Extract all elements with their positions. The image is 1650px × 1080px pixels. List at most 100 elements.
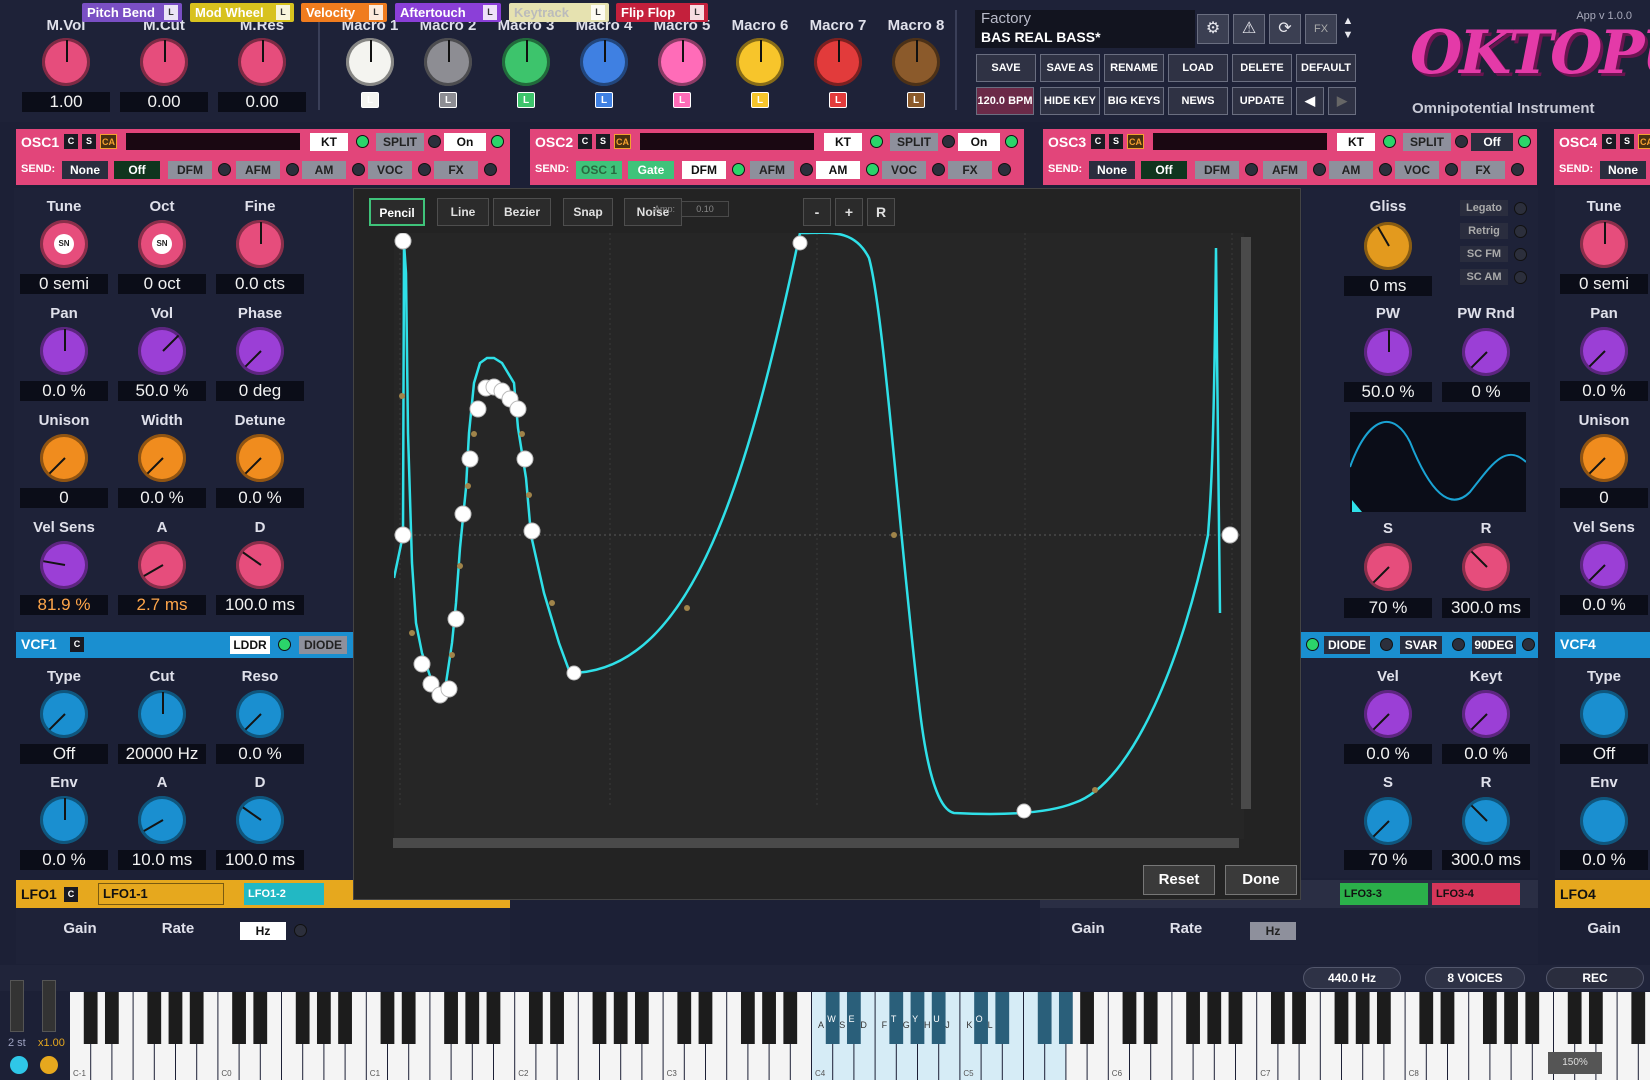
black-key[interactable] xyxy=(189,992,204,1044)
mod-source-keytrack[interactable]: Keytrack L xyxy=(509,3,609,22)
release-knob[interactable] xyxy=(1462,543,1510,591)
diode-led[interactable] xyxy=(1306,638,1319,651)
osc4-tune-knob[interactable] xyxy=(1580,220,1628,268)
width-knob[interactable] xyxy=(138,434,186,482)
hide-key-button[interactable]: HIDE KEY xyxy=(1040,87,1100,115)
macro-8[interactable]: Macro 8 L xyxy=(876,16,956,108)
osc-s-button[interactable]: S xyxy=(82,134,96,149)
filter-reso-knob[interactable] xyxy=(236,690,284,738)
black-key[interactable] xyxy=(1419,992,1434,1044)
save-as-button[interactable]: SAVE AS xyxy=(1040,54,1100,82)
osc-toggle-led[interactable] xyxy=(286,163,299,176)
macro-7[interactable]: Macro 7 L xyxy=(798,16,878,108)
tune-value[interactable]: 0 semi xyxy=(20,274,108,294)
lfo1-2-tab[interactable]: LFO1-2 xyxy=(244,883,324,905)
macro-5[interactable]: Macro 5L xyxy=(642,16,722,108)
osc4-unison-value[interactable]: 0 xyxy=(1560,488,1648,508)
mod-source-aftertouch[interactable]: Aftertouch L xyxy=(395,3,501,22)
macro-3[interactable]: Macro 3L xyxy=(486,16,566,108)
mod-source-pitch-bend[interactable]: Pitch Bend L xyxy=(82,3,182,22)
knob-value[interactable]: 0.00 xyxy=(120,92,208,112)
filter-sustain-knob[interactable] xyxy=(1364,797,1412,845)
vol-knob[interactable] xyxy=(138,327,186,375)
diode-button[interactable]: DIODE xyxy=(299,636,347,654)
osc-fx-button[interactable]: FX xyxy=(1461,161,1505,179)
macro-2[interactable]: Macro 2L xyxy=(408,16,488,108)
svar-button[interactable]: SVAR xyxy=(1400,636,1442,654)
lfo-hz-led[interactable] xyxy=(294,924,307,937)
black-key[interactable] xyxy=(104,992,119,1044)
osc4-type-knob[interactable] xyxy=(1580,690,1628,738)
learn-badge[interactable]: L xyxy=(361,92,379,108)
d-knob[interactable] xyxy=(236,541,284,589)
fine-value[interactable]: 0.0 cts xyxy=(216,274,304,294)
black-key[interactable] xyxy=(147,992,162,1044)
keytrack-led[interactable] xyxy=(356,135,369,148)
knob-value[interactable]: 1.00 xyxy=(22,92,110,112)
sustain-value[interactable]: 70 % xyxy=(1344,598,1432,618)
vertical-scrollbar[interactable] xyxy=(1241,237,1251,809)
osc-toggle-led[interactable] xyxy=(1445,163,1458,176)
lfo3-3-tab[interactable]: LFO3-3 xyxy=(1340,883,1428,905)
osc4-pan-knob[interactable] xyxy=(1580,327,1628,375)
reset-button[interactable]: Reset xyxy=(1143,865,1215,895)
black-key[interactable] xyxy=(1058,992,1073,1044)
black-key[interactable] xyxy=(1355,992,1370,1044)
osc4-vel-sens-value[interactable]: 0.0 % xyxy=(1560,595,1648,615)
tool-bezier-button[interactable]: Bezier xyxy=(493,198,551,226)
mode-sc-am-button[interactable]: SC AM xyxy=(1460,269,1508,285)
detune-value[interactable]: 0.0 % xyxy=(216,488,304,508)
amp-value-input[interactable]: 0.10 xyxy=(681,201,730,217)
osc-afm-button[interactable]: AFM xyxy=(1263,161,1307,179)
osc-toggle-led[interactable] xyxy=(484,163,497,176)
ladder-button[interactable]: LDDR xyxy=(230,636,270,654)
osc-voc-button[interactable]: VOC xyxy=(1395,161,1439,179)
macro-knob[interactable] xyxy=(424,38,472,86)
keytrack-button[interactable]: KT xyxy=(1337,133,1375,151)
mode-sc-fm-button[interactable]: SC FM xyxy=(1460,246,1508,262)
osc-c-button[interactable]: C xyxy=(64,134,78,149)
tool-snap-button[interactable]: Snap xyxy=(563,198,613,226)
detune-knob[interactable] xyxy=(236,434,284,482)
black-key[interactable] xyxy=(253,992,268,1044)
split-led[interactable] xyxy=(942,135,955,148)
black-key[interactable] xyxy=(401,992,416,1044)
preset-up-down-arrows-icon[interactable]: ▲ ▼ xyxy=(1339,14,1357,44)
pitch-wheel[interactable] xyxy=(10,980,24,1032)
sustain-knob[interactable] xyxy=(1364,543,1412,591)
filter-release-knob[interactable] xyxy=(1462,797,1510,845)
learn-badge[interactable]: L xyxy=(591,5,605,20)
black-key[interactable] xyxy=(1482,992,1497,1044)
osc4-env-value[interactable]: 0.0 % xyxy=(1560,850,1648,870)
keytrack-value[interactable]: 0.0 % xyxy=(1442,744,1530,764)
filter-type-knob[interactable] xyxy=(40,690,88,738)
mode-led[interactable] xyxy=(1514,202,1527,215)
master-resonance[interactable]: M.Res 0.00 xyxy=(218,16,306,112)
black-key[interactable] xyxy=(295,992,310,1044)
macro-4[interactable]: Macro 4L xyxy=(564,16,644,108)
osc-toggle-led[interactable] xyxy=(998,163,1011,176)
filter-a-knob[interactable] xyxy=(138,796,186,844)
black-key[interactable] xyxy=(380,992,395,1044)
black-key[interactable] xyxy=(486,992,501,1044)
mod-source-velocity[interactable]: Velocity L xyxy=(301,3,387,22)
multiplier[interactable]: x1.00 xyxy=(38,1037,65,1049)
osc-ca-button[interactable]: CA xyxy=(614,134,631,149)
prev-preset-arrow-icon[interactable]: ◀ xyxy=(1296,87,1324,115)
zoom-in-button[interactable]: + xyxy=(835,198,863,226)
vel-sens-knob[interactable] xyxy=(40,541,88,589)
learn-badge[interactable]: L xyxy=(907,92,925,108)
filter-env-value[interactable]: 0.0 % xyxy=(20,850,108,870)
multiplier-knob[interactable] xyxy=(40,1056,58,1074)
osc-am-button[interactable]: AM xyxy=(816,161,860,179)
learn-badge[interactable]: L xyxy=(690,5,704,20)
mode-led[interactable] xyxy=(1514,248,1527,261)
osc-dfm-button[interactable]: DFM xyxy=(168,161,212,179)
split-button[interactable]: SPLIT xyxy=(376,133,424,151)
voices-button[interactable]: 8 VOICES xyxy=(1425,967,1525,989)
lfo1-c-button[interactable]: C xyxy=(64,887,78,902)
split-button[interactable]: SPLIT xyxy=(1403,133,1451,151)
osc-enable-led[interactable] xyxy=(491,135,504,148)
macro-knob[interactable] xyxy=(892,38,940,86)
black-key[interactable] xyxy=(1186,992,1200,1044)
